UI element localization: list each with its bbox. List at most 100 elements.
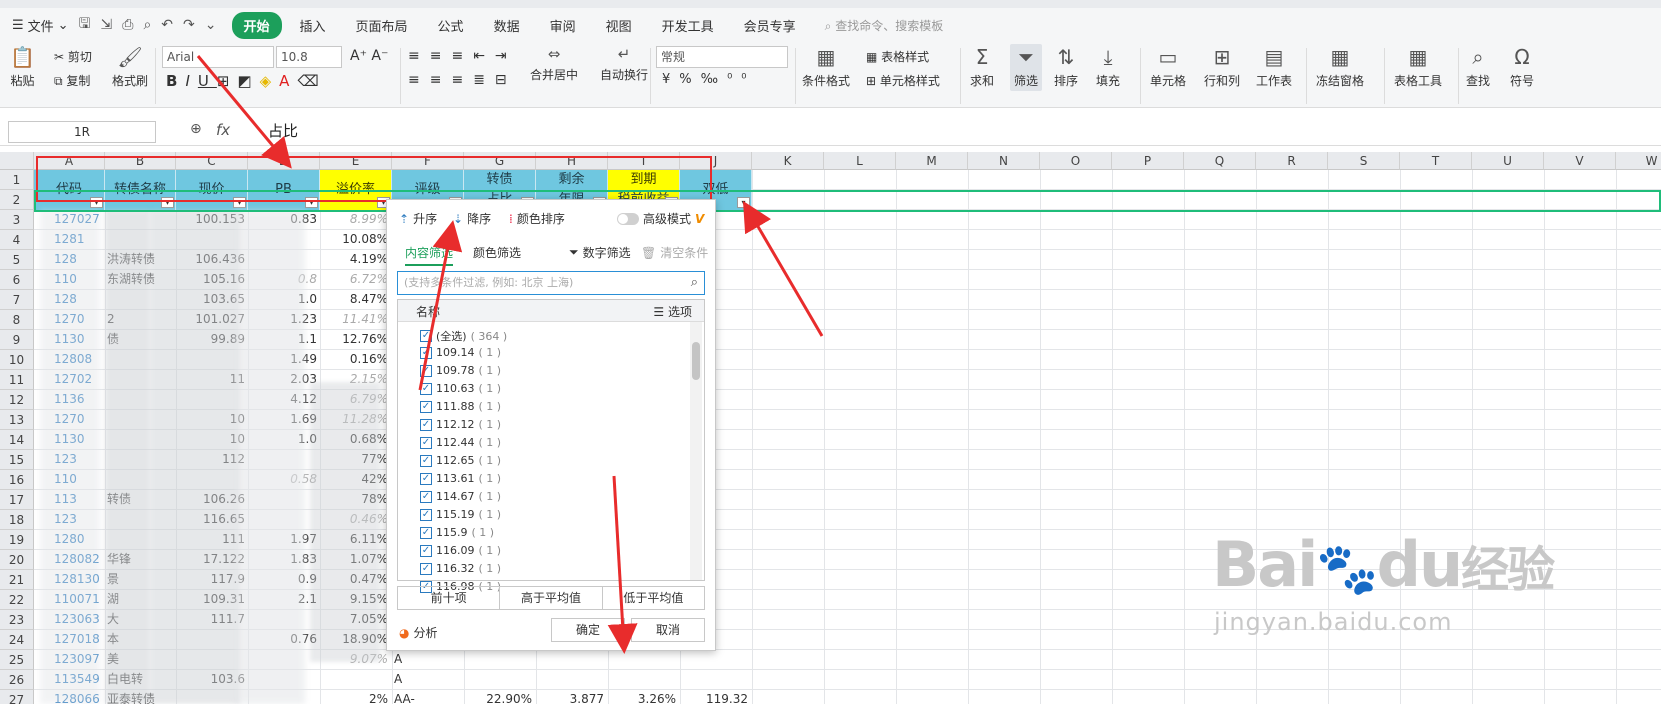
tab-formula[interactable]: 公式 (426, 12, 476, 39)
bold-icon[interactable]: B (166, 72, 185, 90)
italic-icon[interactable]: I (185, 72, 197, 90)
row-header[interactable]: 11 (0, 370, 34, 390)
font-color-icon[interactable]: A (279, 72, 297, 90)
row-header[interactable]: 24 (0, 630, 34, 650)
row-header[interactable]: 1 (0, 170, 34, 190)
row-header[interactable]: 19 (0, 530, 34, 550)
sort-ascending-button[interactable]: ⇡ 升序 (399, 210, 437, 227)
sum-button[interactable]: Σ 求和 (970, 46, 994, 89)
filter-value-item[interactable]: ✓ 109.14( 1 ) (420, 346, 501, 359)
checkbox[interactable]: ✓ (420, 544, 432, 557)
name-box[interactable]: 1R (8, 121, 156, 143)
checkbox[interactable]: ✓ (420, 418, 432, 431)
number-filter-button[interactable]: ⏷ 数字筛选 (569, 244, 631, 261)
sort-button[interactable]: ⇅ 排序 (1054, 46, 1078, 89)
command-search[interactable]: ⌕ 查找命令、搜索模板 (825, 17, 944, 34)
tab-insert[interactable]: 插入 (288, 12, 338, 39)
clear-format-icon[interactable]: ⌫ (297, 72, 326, 90)
analysis-button[interactable]: ◕ 分析 (399, 624, 438, 641)
print-icon[interactable]: ⎙ (122, 17, 133, 33)
checkbox[interactable]: ✓ (420, 454, 432, 467)
row-col-button[interactable]: ⊞ 行和列 (1204, 46, 1240, 89)
tab-content-filter[interactable]: 内容筛选 (405, 244, 454, 266)
table-tools-button[interactable]: ▦ 表格工具 (1394, 46, 1442, 89)
row-header[interactable]: 4 (0, 230, 34, 250)
row-header[interactable]: 25 (0, 650, 34, 670)
row-header[interactable]: 26 (0, 670, 34, 690)
clear-condition-button[interactable]: 🗑 清空条件 (641, 244, 708, 261)
color-sort-button[interactable]: ⁞ 颜色排序 (509, 210, 565, 227)
row-header[interactable]: 12 (0, 390, 34, 410)
row-header[interactable]: 15 (0, 450, 34, 470)
column-header[interactable]: N (968, 152, 1040, 170)
shape-icon[interactable]: ◩ (237, 72, 259, 90)
filter-value-item[interactable]: ✓ 109.78( 1 ) (420, 364, 501, 377)
filter-value-item[interactable]: ✓ 112.12( 1 ) (420, 418, 501, 431)
filter-value-item[interactable]: ✓ 112.44( 1 ) (420, 436, 501, 449)
checkbox[interactable]: ✓ (420, 508, 432, 521)
row-header[interactable]: 6 (0, 270, 34, 290)
top10-button[interactable]: 前十项 (398, 587, 501, 609)
checkbox[interactable]: ✓ (420, 400, 432, 413)
filter-value-item[interactable]: ✓ 110.63( 1 ) (420, 382, 501, 395)
customize-icon[interactable]: ⌄ (205, 17, 217, 33)
row-header[interactable]: 20 (0, 550, 34, 570)
formula-input[interactable]: 占比 (268, 120, 298, 141)
row-header[interactable]: 3 (0, 210, 34, 230)
filter-value-item[interactable]: ✓ 111.88( 1 ) (420, 400, 501, 413)
column-header[interactable]: W (1616, 152, 1661, 170)
paste-button[interactable]: 📋 粘贴 (10, 46, 35, 89)
checkbox[interactable]: ✓ (420, 364, 432, 377)
scrollbar-thumb[interactable] (692, 342, 700, 380)
checkbox[interactable]: ✓ (420, 526, 432, 539)
filter-value-item[interactable]: ✓ 116.09( 1 ) (420, 544, 501, 557)
options-button[interactable]: ☰ 选项 (653, 303, 692, 320)
column-header[interactable]: L (824, 152, 896, 170)
cell-style-button[interactable]: ⊞ 单元格样式 (866, 72, 940, 89)
file-menu[interactable]: ☰ 文件 ⌄ (0, 16, 79, 35)
row-header[interactable]: 17 (0, 490, 34, 510)
column-header[interactable]: U (1472, 152, 1544, 170)
column-header[interactable]: R (1256, 152, 1328, 170)
align-bottom-row[interactable]: ≡≡≡≣⊟ (408, 72, 517, 88)
merge-center-button[interactable]: ⇔ 合并居中 (530, 46, 578, 83)
cell-button[interactable]: ▭ 单元格 (1150, 46, 1186, 89)
tab-page-layout[interactable]: 页面布局 (344, 12, 420, 39)
fx-icon[interactable]: fx (216, 121, 230, 139)
column-header[interactable]: Q (1184, 152, 1256, 170)
tab-member[interactable]: 会员专享 (732, 12, 808, 39)
checkbox[interactable]: ✓ (420, 562, 432, 575)
freeze-button[interactable]: ▦ 冻结窗格 (1316, 46, 1364, 89)
wrap-text-button[interactable]: ↵ 自动换行 (600, 46, 648, 83)
checkbox[interactable]: ✓ (420, 346, 432, 359)
table-style-button[interactable]: ▦ 表格样式 (866, 48, 929, 65)
column-header[interactable]: P (1112, 152, 1184, 170)
row-header[interactable]: 22 (0, 590, 34, 610)
checkbox[interactable]: ✓ (420, 330, 432, 342)
row-header[interactable]: 14 (0, 430, 34, 450)
filter-value-item[interactable]: ✓ 114.67( 1 ) (420, 490, 501, 503)
tab-review[interactable]: 审阅 (538, 12, 588, 39)
number-format-select[interactable]: 常规 (656, 46, 788, 68)
column-header[interactable]: O (1040, 152, 1112, 170)
font-grow-button[interactable]: A⁺ A⁻ (350, 48, 388, 64)
sort-descending-button[interactable]: ⇣ 降序 (453, 210, 491, 227)
worksheet-button[interactable]: ▤ 工作表 (1256, 46, 1292, 89)
row-header[interactable]: 10 (0, 350, 34, 370)
select-all-corner[interactable] (0, 152, 34, 170)
undo-icon[interactable]: ↶ (161, 17, 173, 33)
column-header[interactable]: T (1400, 152, 1472, 170)
row-header[interactable]: 21 (0, 570, 34, 590)
column-header[interactable]: K (752, 152, 824, 170)
row-header[interactable]: 18 (0, 510, 34, 530)
row-header[interactable]: 8 (0, 310, 34, 330)
tab-developer[interactable]: 开发工具 (650, 12, 726, 39)
filter-value-item[interactable]: ✓ 115.9( 1 ) (420, 526, 494, 539)
cancel-button[interactable]: 取消 (631, 618, 705, 642)
filter-value-item[interactable]: ✓ 115.19( 1 ) (420, 508, 501, 521)
font-size-select[interactable]: 10.8 (276, 46, 342, 68)
column-header[interactable]: S (1328, 152, 1400, 170)
filter-value-item[interactable]: ✓ 116.32( 1 ) (420, 562, 501, 575)
cut-button[interactable]: ✂ 剪切 (54, 48, 92, 65)
below-average-button[interactable]: 低于平均值 (603, 587, 704, 609)
